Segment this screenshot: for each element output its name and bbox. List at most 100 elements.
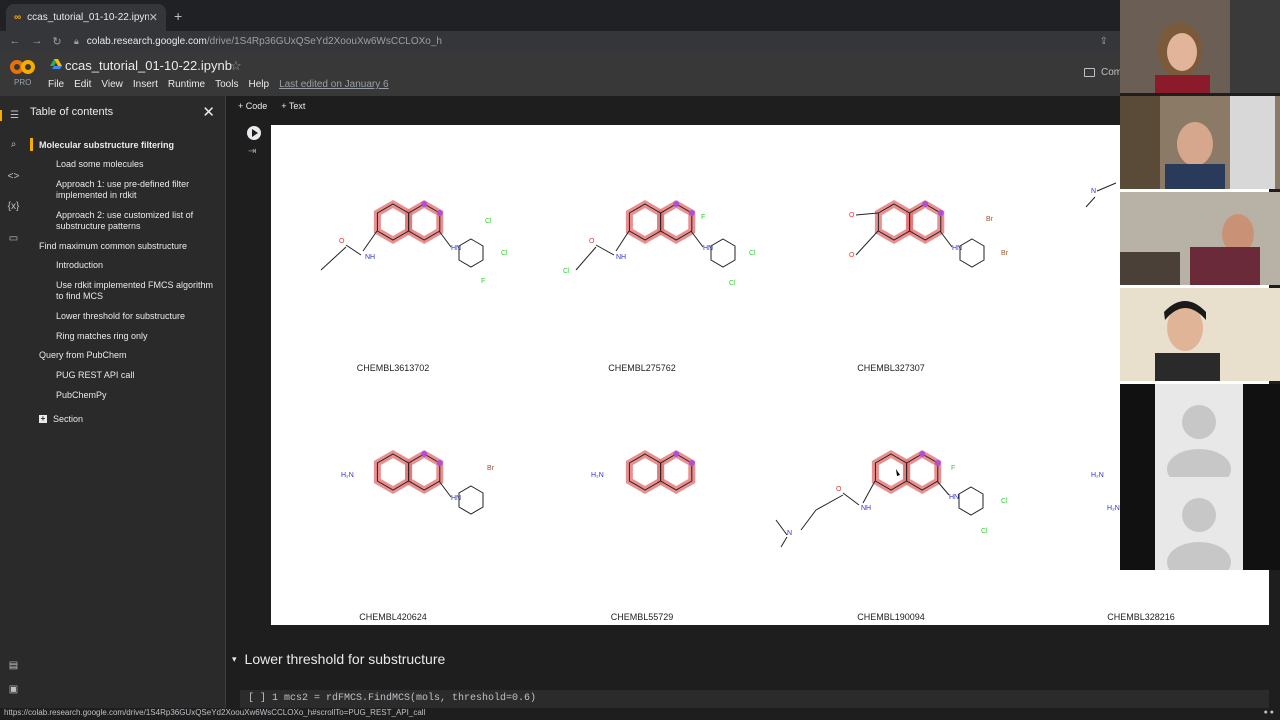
svg-text:Cl: Cl: [1001, 498, 1008, 505]
files-icon[interactable]: ▭: [0, 233, 27, 244]
comments-button[interactable]: Com: [1084, 67, 1122, 78]
molecule-drawing: H₂N HN Br: [341, 451, 495, 515]
menu-runtime[interactable]: Runtime: [168, 79, 205, 90]
menu-tools[interactable]: Tools: [215, 79, 238, 90]
section-heading-text: Lower threshold for substructure: [244, 651, 446, 667]
status-url: https://colab.research.google.com/drive/…: [4, 708, 426, 717]
colab-header: PRO ccas_tutorial_01-10-22.ipynb ☆ File …: [0, 51, 1122, 96]
svg-text:H₂N: H₂N: [591, 472, 604, 479]
video-tile: [1120, 477, 1280, 570]
toc-item[interactable]: Ring matches ring only: [56, 331, 221, 342]
menu-file[interactable]: File: [48, 79, 64, 90]
toc-item[interactable]: Query from PubChem: [39, 350, 224, 361]
status-bar: https://colab.research.google.com/drive/…: [0, 708, 1280, 720]
reload-icon[interactable]: ↻: [46, 35, 68, 48]
svg-text:F: F: [481, 278, 485, 285]
notebook-title[interactable]: ccas_tutorial_01-10-22.ipynb: [65, 58, 232, 73]
code-cell[interactable]: [ ] 1 mcs2 = rdFMCS.FindMCS(mols, thresh…: [240, 690, 1269, 710]
url-field[interactable]: 🔒︎ colab.research.google.com /drive/1S4R…: [74, 33, 1114, 49]
section-label: Section: [53, 414, 84, 424]
tab-title: ccas_tutorial_01-10-22.ipynb: [27, 12, 149, 23]
molecule-drawing: O O HN Br Br: [849, 201, 1009, 268]
menu-view[interactable]: View: [101, 79, 123, 90]
molecule-drawing-partial: N: [1085, 182, 1117, 208]
run-cell-button[interactable]: [247, 126, 261, 140]
svg-text:F: F: [701, 214, 705, 221]
toc-item[interactable]: PubChemPy: [56, 390, 221, 401]
menu-insert[interactable]: Insert: [133, 79, 158, 90]
browser-tab[interactable]: ∞ ccas_tutorial_01-10-22.ipynb ✕: [6, 4, 166, 31]
toc-item[interactable]: Approach 1: use pre-defined filter imple…: [56, 179, 221, 201]
toc-item[interactable]: Introduction: [56, 260, 221, 271]
status-indicator-icon: ● ●: [1263, 709, 1274, 716]
toc-current-indicator: [30, 138, 33, 151]
molecule-label: CHEMBL328216: [1107, 612, 1175, 622]
svg-text:HN: HN: [949, 494, 959, 501]
colab-logo-icon[interactable]: [10, 60, 36, 76]
svg-text:NH: NH: [365, 254, 375, 261]
new-tab-button[interactable]: +: [174, 8, 182, 24]
section-heading[interactable]: ▾ Lower threshold for substructure: [232, 651, 445, 667]
svg-text:O: O: [589, 238, 595, 245]
molecule-label: CHEMBL275762: [608, 363, 676, 373]
search-icon[interactable]: ⌕: [0, 139, 27, 150]
tab-close-icon[interactable]: ✕: [149, 11, 158, 24]
close-icon[interactable]: ✕: [202, 103, 215, 121]
avatar-placeholder: [1120, 384, 1280, 477]
star-icon[interactable]: ☆: [230, 58, 242, 74]
add-code-button[interactable]: + Code: [238, 101, 267, 111]
drive-icon: [50, 59, 62, 69]
participant-video: [1120, 192, 1280, 285]
plus-icon: +: [39, 414, 47, 423]
share-icon[interactable]: ⇪: [1100, 36, 1108, 47]
toc-item[interactable]: Load some molecules: [56, 159, 221, 170]
screen: ∞ ccas_tutorial_01-10-22.ipynb ✕ + ← → ↻…: [0, 0, 1280, 720]
menu-help[interactable]: Help: [248, 79, 269, 90]
molecule-drawing: NH O N HN F Cl Cl: [775, 451, 1008, 548]
svg-text:H₂N: H₂N: [1107, 505, 1120, 512]
participant-video: [1120, 0, 1280, 93]
svg-text:Cl: Cl: [981, 528, 988, 535]
command-palette-icon[interactable]: ▤: [0, 660, 27, 671]
svg-text:H₂N: H₂N: [1091, 472, 1104, 479]
variables-icon[interactable]: {x}: [0, 201, 27, 212]
url-host: colab.research.google.com: [86, 35, 207, 47]
toc-item[interactable]: Approach 2: use customized list of subst…: [56, 210, 221, 232]
add-text-button[interactable]: + Text: [281, 101, 305, 111]
terminal-icon[interactable]: ▣: [0, 684, 27, 695]
toc-item[interactable]: Lower threshold for substructure: [56, 311, 221, 322]
toc-item[interactable]: Molecular substructure filtering: [39, 140, 224, 151]
toc-item[interactable]: Use rdkit implemented FMCS algorithm to …: [56, 280, 221, 302]
molecule-label: CHEMBL420624: [359, 612, 427, 622]
comment-icon: [1084, 68, 1095, 77]
address-bar: ← → ↻ 🔒︎ colab.research.google.com /driv…: [0, 31, 1120, 51]
svg-text:O: O: [849, 212, 855, 219]
svg-text:H₂N: H₂N: [341, 472, 354, 479]
toc-icon[interactable]: ☰: [0, 110, 27, 121]
forward-icon[interactable]: →: [26, 35, 48, 47]
menu-edit[interactable]: Edit: [74, 79, 91, 90]
output-menu-icon[interactable]: ⇥: [248, 146, 256, 157]
video-tile: [1120, 192, 1280, 285]
code-snippets-icon[interactable]: <>: [0, 171, 27, 182]
back-icon[interactable]: ←: [4, 35, 26, 47]
last-edited-link[interactable]: Last edited on January 6: [279, 79, 389, 90]
add-section-button[interactable]: + Section: [39, 414, 83, 424]
menu-bar: File Edit View Insert Runtime Tools Help…: [48, 79, 389, 90]
url-path: /drive/1S4Rp36GUxQSeYd2XoouXw6WsCCLOXo_h: [206, 35, 442, 47]
molecule-drawing: NH O Cl HN F Cl Cl: [563, 201, 756, 287]
toc-panel: Table of contents ✕ Molecular substructu…: [27, 96, 226, 708]
colab-favicon-icon: ∞: [14, 12, 22, 23]
participant-video: [1120, 96, 1280, 189]
svg-text:Br: Br: [1001, 250, 1009, 257]
toc-item[interactable]: Find maximum common substructure: [39, 241, 224, 252]
svg-text:Cl: Cl: [729, 280, 736, 287]
collapse-chevron-icon[interactable]: ▾: [232, 654, 237, 665]
pro-badge: PRO: [14, 78, 32, 87]
svg-text:Cl: Cl: [501, 250, 508, 257]
molecule-drawing: H₂N: [591, 451, 695, 490]
svg-text:Cl: Cl: [485, 218, 492, 225]
svg-text:Br: Br: [487, 465, 495, 472]
toc-item[interactable]: PUG REST API call: [56, 370, 221, 381]
video-tile: [1120, 96, 1280, 189]
